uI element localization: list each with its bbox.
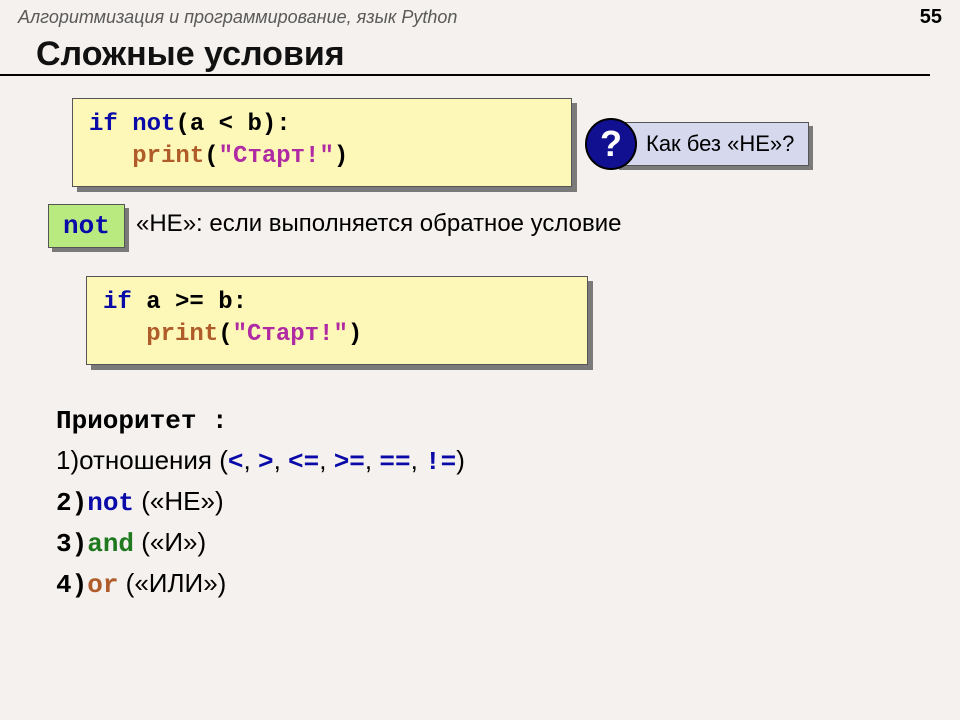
- op-eq: ==: [379, 447, 410, 477]
- page-number: 55: [920, 6, 942, 29]
- priority-title: Приоритет :: [56, 406, 228, 436]
- string-literal: "Старт!": [233, 321, 348, 348]
- code-block-if-not: if not(a < b): print("Старт!"): [72, 98, 572, 187]
- slide-title: Сложные условия: [0, 33, 930, 76]
- not-description: «НЕ»: если выполняется обратное условие: [136, 210, 622, 238]
- question-text: Как без «НЕ»?: [615, 122, 809, 166]
- question-mark-icon: ?: [585, 118, 637, 170]
- op-gt: >: [258, 447, 274, 477]
- keyword-if: if: [89, 111, 118, 138]
- header-bar: Алгоритмизация и программирование, язык …: [0, 0, 960, 33]
- question-callout: ? Как без «НЕ»?: [585, 118, 809, 170]
- code-cond-1: (a < b):: [175, 111, 290, 138]
- code-block-if-ge: if a >= b: print("Старт!"): [86, 276, 588, 365]
- fn-print: print: [146, 321, 218, 348]
- keyword-not: not: [132, 111, 175, 138]
- not-badge: not: [48, 204, 125, 248]
- keyword-if: if: [103, 289, 132, 316]
- op-ge: >=: [334, 447, 365, 477]
- op-le: <=: [288, 447, 319, 477]
- op-ne: !=: [425, 447, 456, 477]
- string-literal: "Старт!": [219, 143, 334, 170]
- op-lt: <: [228, 447, 244, 477]
- keyword-or: or: [87, 570, 118, 600]
- priority-block: Приоритет : 1)отношения (<, >, <=, >=, =…: [56, 400, 465, 605]
- fn-print: print: [132, 143, 204, 170]
- keyword-and: and: [87, 529, 134, 559]
- code-cond-2: a >= b:: [132, 289, 247, 316]
- course-title: Алгоритмизация и программирование, язык …: [18, 7, 457, 28]
- keyword-not: not: [87, 488, 134, 518]
